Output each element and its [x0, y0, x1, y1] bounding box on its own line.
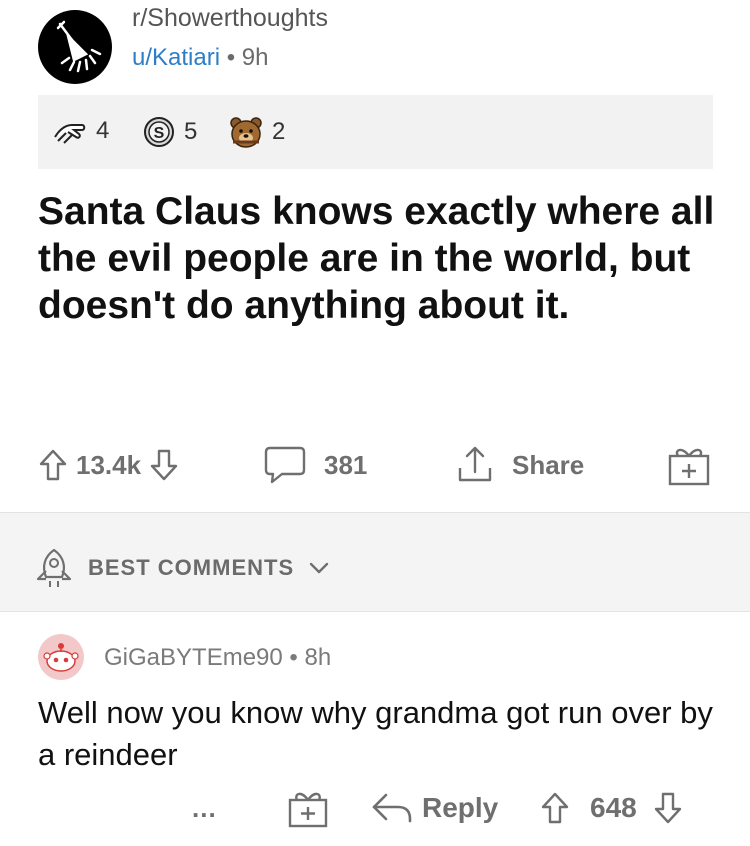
- award-count: 4: [96, 117, 110, 144]
- reply-label: Reply: [422, 792, 499, 823]
- subreddit-name[interactable]: r/Showerthoughts: [132, 4, 328, 33]
- gift-award-icon: [288, 792, 328, 828]
- comment-score: 648: [590, 792, 637, 823]
- award-count: 5: [184, 118, 198, 145]
- svg-text:S: S: [154, 125, 165, 142]
- chevron-down-icon: [309, 562, 329, 574]
- post-meta: u/Katiari • 9h: [132, 44, 269, 72]
- post-age: 9h: [241, 44, 269, 71]
- helping-hand-award-icon: [54, 124, 86, 144]
- commenter-avatar[interactable]: [38, 634, 84, 680]
- comment-downvote-button[interactable]: [653, 791, 683, 825]
- silver-award-icon: S: [144, 117, 174, 147]
- post-score: 13.4k: [76, 449, 142, 480]
- award-wholesome[interactable]: 2: [228, 115, 285, 149]
- upvote-arrow-icon: [541, 792, 569, 824]
- sort-label: BEST COMMENTS: [88, 555, 295, 580]
- share-label: Share: [512, 449, 585, 480]
- upvote-arrow-icon: [39, 449, 67, 481]
- downvote-arrow-icon: [654, 792, 681, 824]
- meta-separator: •: [226, 44, 242, 71]
- reply-arrow-icon: [372, 793, 412, 823]
- post-author[interactable]: u/Katiari: [132, 44, 220, 71]
- post-title[interactable]: Santa Claus knows exactly where all the …: [38, 188, 718, 329]
- comment-age: 8h: [304, 644, 332, 671]
- comment-author[interactable]: GiGaBYTEme90: [104, 644, 283, 671]
- awards-bar[interactable]: 4 S 5 2: [38, 95, 713, 169]
- rocket-icon: [36, 548, 72, 587]
- comment-count: 381: [324, 449, 368, 480]
- downvote-arrow-icon: [150, 449, 178, 481]
- comment-bubble-icon: [264, 446, 306, 484]
- post-actions-bar: 13.4k 381 Share: [0, 440, 750, 490]
- more-options-button[interactable]: ...: [192, 783, 217, 833]
- reply-button[interactable]: Reply: [370, 783, 498, 833]
- vote-group: 13.4k: [38, 440, 179, 490]
- give-award-button[interactable]: [666, 440, 712, 490]
- comment-actions-bar: ... Reply 648: [0, 783, 750, 833]
- award-helping-hand[interactable]: 4: [52, 115, 109, 147]
- meta-separator: •: [289, 644, 305, 671]
- upvote-button[interactable]: [38, 448, 68, 482]
- gift-award-icon: [668, 448, 710, 486]
- award-silver[interactable]: S 5: [142, 115, 197, 149]
- subreddit-avatar[interactable]: [38, 10, 112, 84]
- comment-sort-dropdown[interactable]: BEST COMMENTS: [34, 547, 330, 589]
- award-count: 2: [272, 118, 286, 145]
- comment-body[interactable]: Well now you know why grandma got run ov…: [38, 692, 718, 776]
- comment-sort-bar: BEST COMMENTS: [0, 512, 750, 612]
- comment-vote-group: 648: [540, 783, 683, 833]
- snoo-avatar-icon: [38, 634, 84, 680]
- wholesome-bear-award-icon: [230, 117, 262, 148]
- comments-button[interactable]: 381: [262, 440, 367, 490]
- comment-meta: GiGaBYTEme90 • 8h: [104, 644, 331, 672]
- showerhead-icon: [56, 20, 102, 73]
- share-icon: [458, 446, 492, 482]
- comment-upvote-button[interactable]: [540, 791, 570, 825]
- share-button[interactable]: Share: [454, 440, 584, 490]
- comment-give-award-button[interactable]: [286, 783, 330, 833]
- downvote-button[interactable]: [149, 448, 179, 482]
